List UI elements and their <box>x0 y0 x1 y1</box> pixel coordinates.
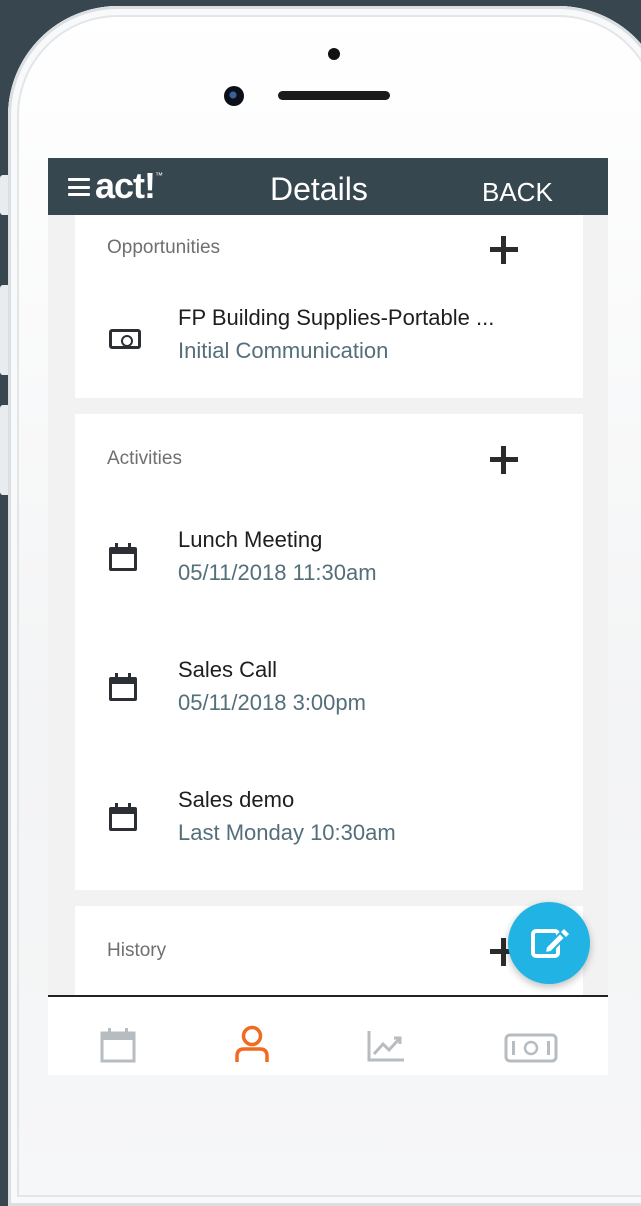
nav-contact-tab[interactable] <box>232 1024 272 1069</box>
opportunities-title: Opportunities <box>107 237 221 258</box>
activity-time: Last Monday 10:30am <box>178 820 396 845</box>
history-card: History <box>75 906 583 1006</box>
opportunities-card: Opportunities FP Building Supplies-Porta… <box>75 215 583 398</box>
history-title: History <box>107 940 167 961</box>
edit-fab-button[interactable] <box>508 902 590 984</box>
contact-icon <box>235 1025 269 1062</box>
activity-row[interactable]: Sales Call 05/11/2018 3:00pm <box>75 657 583 737</box>
nav-calendar-tab[interactable] <box>100 1027 136 1068</box>
earpiece-speaker <box>278 91 390 100</box>
front-camera <box>224 86 244 106</box>
activity-name: Lunch Meeting <box>178 527 323 552</box>
hamburger-menu-icon[interactable] <box>68 178 90 196</box>
money-icon <box>504 1033 558 1063</box>
calendar-icon <box>109 673 137 701</box>
brand-text: act! <box>95 165 156 206</box>
volume-up-button <box>0 285 8 375</box>
calendar-icon <box>109 803 137 831</box>
opportunity-name: FP Building Supplies-Portable ... <box>178 305 495 330</box>
activities-card: Activities Lunch Meeting 05/11/2018 11:3… <box>75 414 583 890</box>
opportunity-row[interactable]: FP Building Supplies-Portable ... Initia… <box>75 303 583 383</box>
edit-icon <box>531 929 569 958</box>
nav-reports-tab[interactable] <box>366 1029 406 1068</box>
top-app-bar: act!™ Details BACK <box>48 158 608 215</box>
add-activity-icon[interactable] <box>489 445 519 475</box>
act-logo: act!™ <box>95 165 163 207</box>
mute-switch <box>0 175 8 215</box>
app-screen: act!™ Details BACK Opportunities FP Buil… <box>48 158 608 1075</box>
add-opportunity-icon[interactable] <box>489 235 519 265</box>
activities-title: Activities <box>107 448 182 469</box>
activity-time: 05/11/2018 11:30am <box>178 560 377 585</box>
money-icon <box>109 329 141 349</box>
nav-opportunities-tab[interactable] <box>504 1033 558 1068</box>
activity-name: Sales demo <box>178 787 295 812</box>
activity-time: 05/11/2018 3:00pm <box>178 690 366 715</box>
trend-chart-icon <box>367 1031 404 1062</box>
back-button[interactable]: BACK <box>482 177 553 208</box>
activity-row[interactable]: Sales demo Last Monday 10:30am <box>75 787 583 867</box>
opportunity-stage: Initial Communication <box>178 338 389 363</box>
trademark-mark: ™ <box>155 171 163 180</box>
sensor-dot <box>328 48 340 60</box>
bottom-navigation <box>48 995 608 1075</box>
volume-down-button <box>0 405 8 495</box>
activity-name: Sales Call <box>178 657 278 682</box>
activity-row[interactable]: Lunch Meeting 05/11/2018 11:30am <box>75 527 583 607</box>
page-title: Details <box>270 171 368 207</box>
calendar-icon <box>109 543 137 571</box>
calendar-icon <box>100 1028 136 1063</box>
